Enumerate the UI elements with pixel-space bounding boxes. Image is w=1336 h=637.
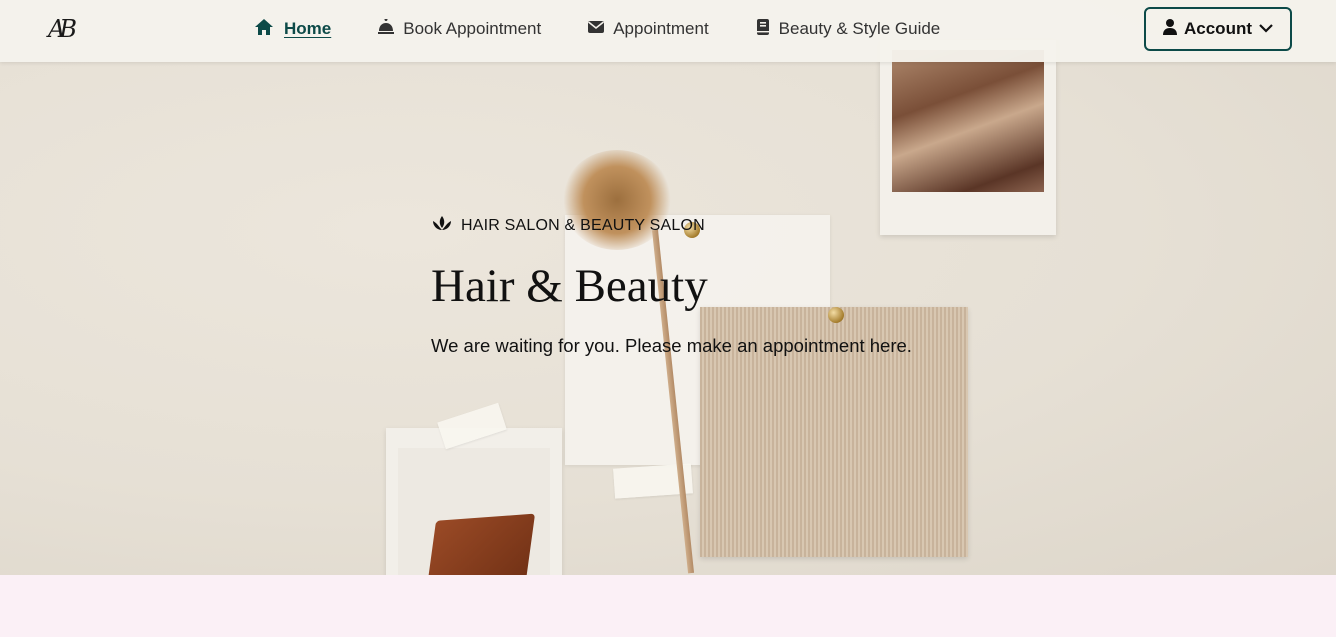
next-section — [0, 575, 1336, 637]
brown-cloth — [424, 513, 536, 575]
nav-appointment-label: Appointment — [613, 19, 709, 38]
book-icon — [755, 18, 779, 41]
hero-kicker: HAIR SALON & BEAUTY SALON — [431, 212, 991, 240]
chevron-down-icon — [1252, 19, 1280, 39]
logo-text: AB — [48, 15, 77, 43]
nav-appointment[interactable]: Appointment — [587, 0, 709, 58]
account-label: Account — [1184, 19, 1252, 38]
top-navbar: AB Home Book Appointment Appointment Bea… — [0, 0, 1336, 62]
nav-beauty-style-guide[interactable]: Beauty & Style Guide — [755, 0, 941, 58]
hero-subtitle: We are waiting for you. Please make an a… — [431, 335, 912, 356]
polaroid-photo-sweaters — [880, 40, 1056, 235]
hero-banner: HAIR SALON & BEAUTY SALON Hair & Beauty … — [0, 0, 1336, 575]
nav-beauty-style-guide-label: Beauty & Style Guide — [778, 19, 941, 38]
brand-logo[interactable]: AB — [48, 12, 84, 46]
main-nav: Home Book Appointment Appointment Beauty… — [254, 0, 986, 58]
polaroid-photo-cloth — [386, 428, 562, 575]
hero-content: HAIR SALON & BEAUTY SALON Hair & Beauty … — [431, 212, 991, 358]
user-icon — [1156, 18, 1184, 41]
lotus-icon — [431, 215, 461, 238]
nav-home[interactable]: Home — [254, 0, 331, 58]
nav-book-appointment[interactable]: Book Appointment — [377, 0, 541, 58]
account-menu-button[interactable]: Account — [1144, 7, 1292, 51]
envelope-icon — [587, 19, 613, 39]
nav-home-label: Home — [284, 19, 332, 38]
hero-kicker-text: HAIR SALON & BEAUTY SALON — [461, 217, 705, 234]
service-bell-icon — [377, 17, 403, 40]
home-icon — [254, 18, 284, 41]
nav-book-appointment-label: Book Appointment — [403, 19, 542, 38]
cloth-image — [398, 448, 550, 575]
sweater-image — [892, 50, 1044, 192]
hero-title: Hair & Beauty — [431, 260, 708, 312]
